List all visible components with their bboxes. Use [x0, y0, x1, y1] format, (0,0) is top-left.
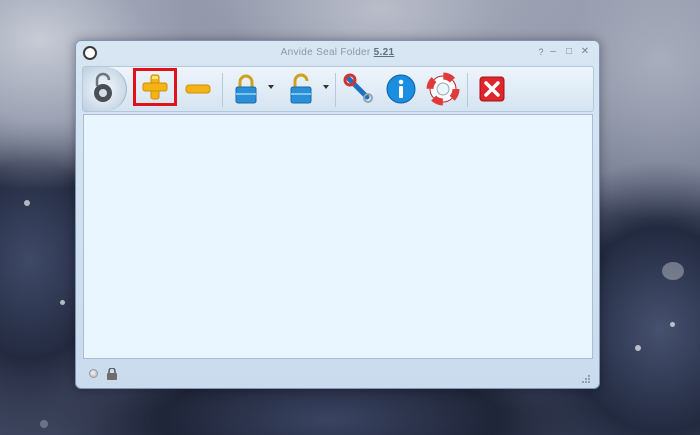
- folder-list[interactable]: [83, 114, 593, 359]
- about-button[interactable]: [383, 71, 419, 107]
- toolbar: [82, 66, 594, 112]
- close-button[interactable]: ✕: [578, 46, 592, 58]
- locked-padlock-icon: [235, 74, 257, 104]
- title-bar[interactable]: Anvide Seal Folder 5.21 ? – □ ✕: [76, 41, 599, 65]
- red-x-icon: [479, 76, 505, 102]
- toolbar-separator: [335, 73, 336, 107]
- lock-icon: [105, 367, 119, 380]
- window-title: Anvide Seal Folder 5.21: [76, 47, 599, 58]
- wrench-icon: [343, 73, 373, 103]
- bokeh-light: [662, 262, 684, 280]
- resize-grip-icon[interactable]: [581, 371, 591, 383]
- bokeh-light: [60, 300, 65, 305]
- exit-button[interactable]: [474, 71, 510, 107]
- status-bar: [83, 363, 593, 383]
- close-access-dropdown-arrow[interactable]: [268, 85, 274, 89]
- version-link[interactable]: 5.21: [374, 47, 395, 58]
- lifebuoy-icon: [426, 72, 460, 106]
- bokeh-light: [40, 420, 48, 428]
- app-window: Anvide Seal Folder 5.21 ? – □ ✕: [75, 40, 600, 389]
- unlocked-padlock-icon: [290, 73, 312, 104]
- toolbar-separator: [222, 73, 223, 107]
- toolbar-separator: [467, 73, 468, 107]
- lock-disk-icon: [83, 67, 127, 111]
- settings-button[interactable]: [341, 71, 377, 107]
- minus-icon: [185, 84, 211, 94]
- close-access-button[interactable]: [228, 71, 264, 107]
- maximize-button[interactable]: □: [562, 46, 576, 58]
- status-dot-icon: [89, 369, 98, 378]
- window-title-text: Anvide Seal Folder: [280, 47, 371, 58]
- help-button[interactable]: [425, 71, 461, 107]
- remove-folder-button[interactable]: [180, 71, 216, 107]
- open-access-dropdown-arrow[interactable]: [323, 85, 329, 89]
- bokeh-light: [24, 200, 30, 206]
- bokeh-light: [635, 345, 641, 351]
- bokeh-light: [670, 322, 675, 327]
- open-access-button[interactable]: [283, 71, 319, 107]
- info-icon: [386, 74, 416, 104]
- plus-icon: [142, 74, 168, 100]
- add-folder-button[interactable]: [133, 68, 177, 106]
- minimize-button[interactable]: –: [546, 46, 560, 58]
